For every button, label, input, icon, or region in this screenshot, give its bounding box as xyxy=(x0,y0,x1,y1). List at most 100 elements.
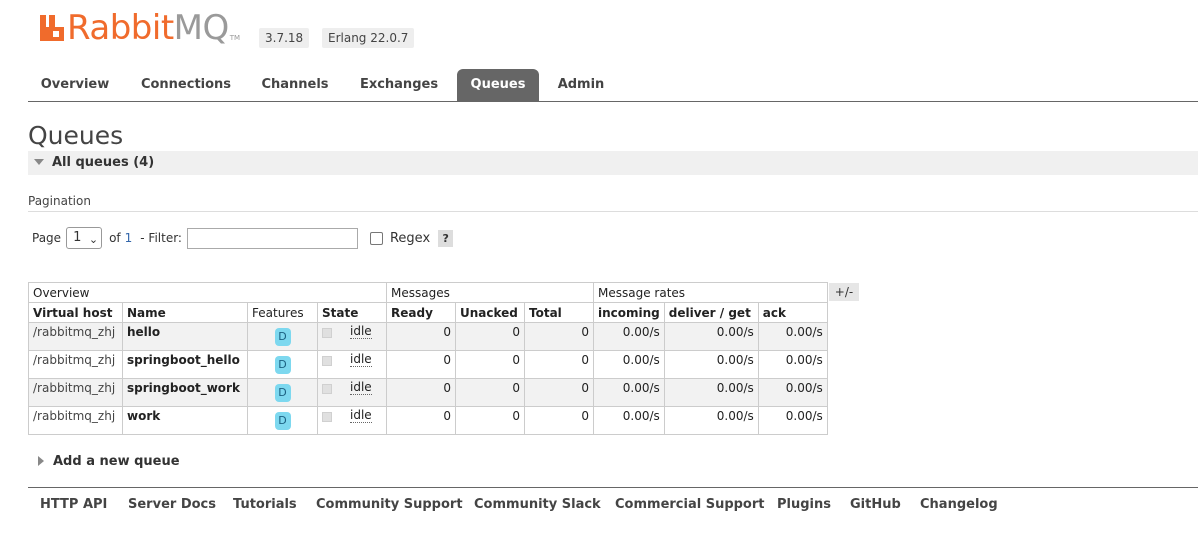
cell-incoming: 0.00/s xyxy=(593,406,665,435)
regex-label: Regex xyxy=(389,230,431,246)
all-queues-toggle[interactable]: All queues (4) xyxy=(28,151,1198,175)
cell-deliver-get: 0.00/s xyxy=(663,378,759,407)
state-text: idle xyxy=(350,408,372,423)
queue-name-link[interactable]: springboot_work xyxy=(122,378,248,407)
queue-name-link[interactable]: hello xyxy=(122,322,248,351)
footer-link-server-docs[interactable]: Server Docs xyxy=(128,497,216,513)
filter-label: - Filter: xyxy=(140,231,182,245)
filter-input[interactable] xyxy=(186,227,358,249)
version-badge: 3.7.18 xyxy=(259,28,310,48)
tab-exchanges[interactable]: Exchanges xyxy=(350,69,448,101)
column-state[interactable]: State xyxy=(317,302,387,323)
page-label: Page xyxy=(32,231,62,245)
table-row: /rabbitmq_zhj springboot_work D idle 0 0… xyxy=(28,378,828,407)
cell-total: 0 xyxy=(524,378,594,407)
main-tabs: Overview Connections Channels Exchanges … xyxy=(28,69,1198,102)
state-indicator-icon xyxy=(322,383,332,394)
logo-trademark: TM xyxy=(229,34,241,42)
tab-channels[interactable]: Channels xyxy=(252,69,338,101)
state-indicator-icon xyxy=(322,355,332,366)
state-text: idle xyxy=(350,324,372,339)
group-header-overview: Overview xyxy=(28,282,387,303)
group-header-message-rates: Message rates xyxy=(593,282,828,303)
cell-deliver-get: 0.00/s xyxy=(663,322,759,351)
add-queue-toggle[interactable]: Add a new queue xyxy=(28,452,180,472)
rabbitmq-logo-icon xyxy=(40,15,64,41)
chevron-down-icon: ⌄ xyxy=(88,233,99,246)
cell-ready: 0 xyxy=(386,406,456,435)
state-indicator-icon xyxy=(322,411,332,422)
cell-deliver-get: 0.00/s xyxy=(663,350,759,379)
cell-vhost: /rabbitmq_zhj xyxy=(28,378,123,407)
footer-link-community-support[interactable]: Community Support xyxy=(316,497,463,513)
table-row: /rabbitmq_zhj work D idle 0 0 0 0.00/s 0… xyxy=(28,406,828,435)
cell-unacked: 0 xyxy=(455,322,525,351)
logo-wordmark: RabbitMQ xyxy=(67,8,229,48)
cell-incoming: 0.00/s xyxy=(593,350,665,379)
footer-link-commercial-support[interactable]: Commercial Support xyxy=(615,497,765,513)
column-virtual-host[interactable]: Virtual host xyxy=(28,302,123,323)
cell-vhost: /rabbitmq_zhj xyxy=(28,406,123,435)
state-text: idle xyxy=(350,380,372,395)
footer-link-http-api[interactable]: HTTP API xyxy=(40,497,107,513)
tab-admin[interactable]: Admin xyxy=(548,69,614,101)
durable-badge: D xyxy=(274,384,291,402)
page-title: Queues xyxy=(28,121,124,150)
durable-badge: D xyxy=(274,328,291,346)
footer-link-tutorials[interactable]: Tutorials xyxy=(233,497,297,513)
cell-ready: 0 xyxy=(386,378,456,407)
group-header-messages: Messages xyxy=(386,282,594,303)
cell-unacked: 0 xyxy=(455,406,525,435)
column-deliver-get[interactable]: deliver / get xyxy=(663,302,759,323)
footer-link-github[interactable]: GitHub xyxy=(850,497,901,513)
cell-ack: 0.00/s xyxy=(757,322,828,351)
pagination-label: Pagination xyxy=(28,193,1198,212)
column-features: Features xyxy=(247,302,318,323)
queue-name-link[interactable]: work xyxy=(122,406,248,435)
tab-queues[interactable]: Queues xyxy=(457,69,539,101)
add-queue-label: Add a new queue xyxy=(53,454,180,469)
page-count: 1 xyxy=(124,231,133,245)
cell-ack: 0.00/s xyxy=(757,350,828,379)
footer-link-community-slack[interactable]: Community Slack xyxy=(474,497,601,513)
durable-badge: D xyxy=(274,412,291,430)
erlang-version-badge: Erlang 22.0.7 xyxy=(322,28,415,48)
rabbitmq-logo[interactable]: RabbitMQ TM xyxy=(40,10,240,46)
column-name[interactable]: Name xyxy=(122,302,248,323)
footer-link-changelog[interactable]: Changelog xyxy=(920,497,998,513)
state-text: idle xyxy=(350,352,372,367)
regex-help-button[interactable]: ? xyxy=(438,229,454,247)
cell-ack: 0.00/s xyxy=(757,378,828,407)
tab-connections[interactable]: Connections xyxy=(132,69,240,101)
tab-overview[interactable]: Overview xyxy=(28,69,122,101)
cell-vhost: /rabbitmq_zhj xyxy=(28,322,123,351)
regex-checkbox[interactable] xyxy=(369,231,383,245)
cell-incoming: 0.00/s xyxy=(593,378,665,407)
columns-toggle-button[interactable]: +/- xyxy=(829,283,859,301)
durable-badge: D xyxy=(274,356,291,374)
footer-link-plugins[interactable]: Plugins xyxy=(777,497,831,513)
column-incoming[interactable]: incoming xyxy=(593,302,665,323)
column-total[interactable]: Total xyxy=(524,302,594,323)
cell-total: 0 xyxy=(524,350,594,379)
cell-total: 0 xyxy=(524,322,594,351)
all-queues-label: All queues (4) xyxy=(52,155,155,170)
queues-table: Overview Messages Message rates Virtual … xyxy=(28,282,828,435)
cell-total: 0 xyxy=(524,406,594,435)
cell-ack: 0.00/s xyxy=(757,406,828,435)
cell-ready: 0 xyxy=(386,350,456,379)
column-ack[interactable]: ack xyxy=(757,302,828,323)
queue-name-link[interactable]: springboot_hello xyxy=(122,350,248,379)
state-indicator-icon xyxy=(322,327,332,338)
cell-unacked: 0 xyxy=(455,350,525,379)
expand-triangle-icon xyxy=(38,456,44,466)
collapse-triangle-icon xyxy=(34,159,44,165)
cell-unacked: 0 xyxy=(455,378,525,407)
table-row: /rabbitmq_zhj springboot_hello D idle 0 … xyxy=(28,350,828,379)
column-ready[interactable]: Ready xyxy=(386,302,456,323)
table-row: /rabbitmq_zhj hello D idle 0 0 0 0.00/s … xyxy=(28,322,828,351)
cell-deliver-get: 0.00/s xyxy=(663,406,759,435)
page-select[interactable]: 1 ⌄ xyxy=(66,227,103,249)
footer: HTTP API Server Docs Tutorials Community… xyxy=(28,487,1198,522)
column-unacked[interactable]: Unacked xyxy=(455,302,525,323)
